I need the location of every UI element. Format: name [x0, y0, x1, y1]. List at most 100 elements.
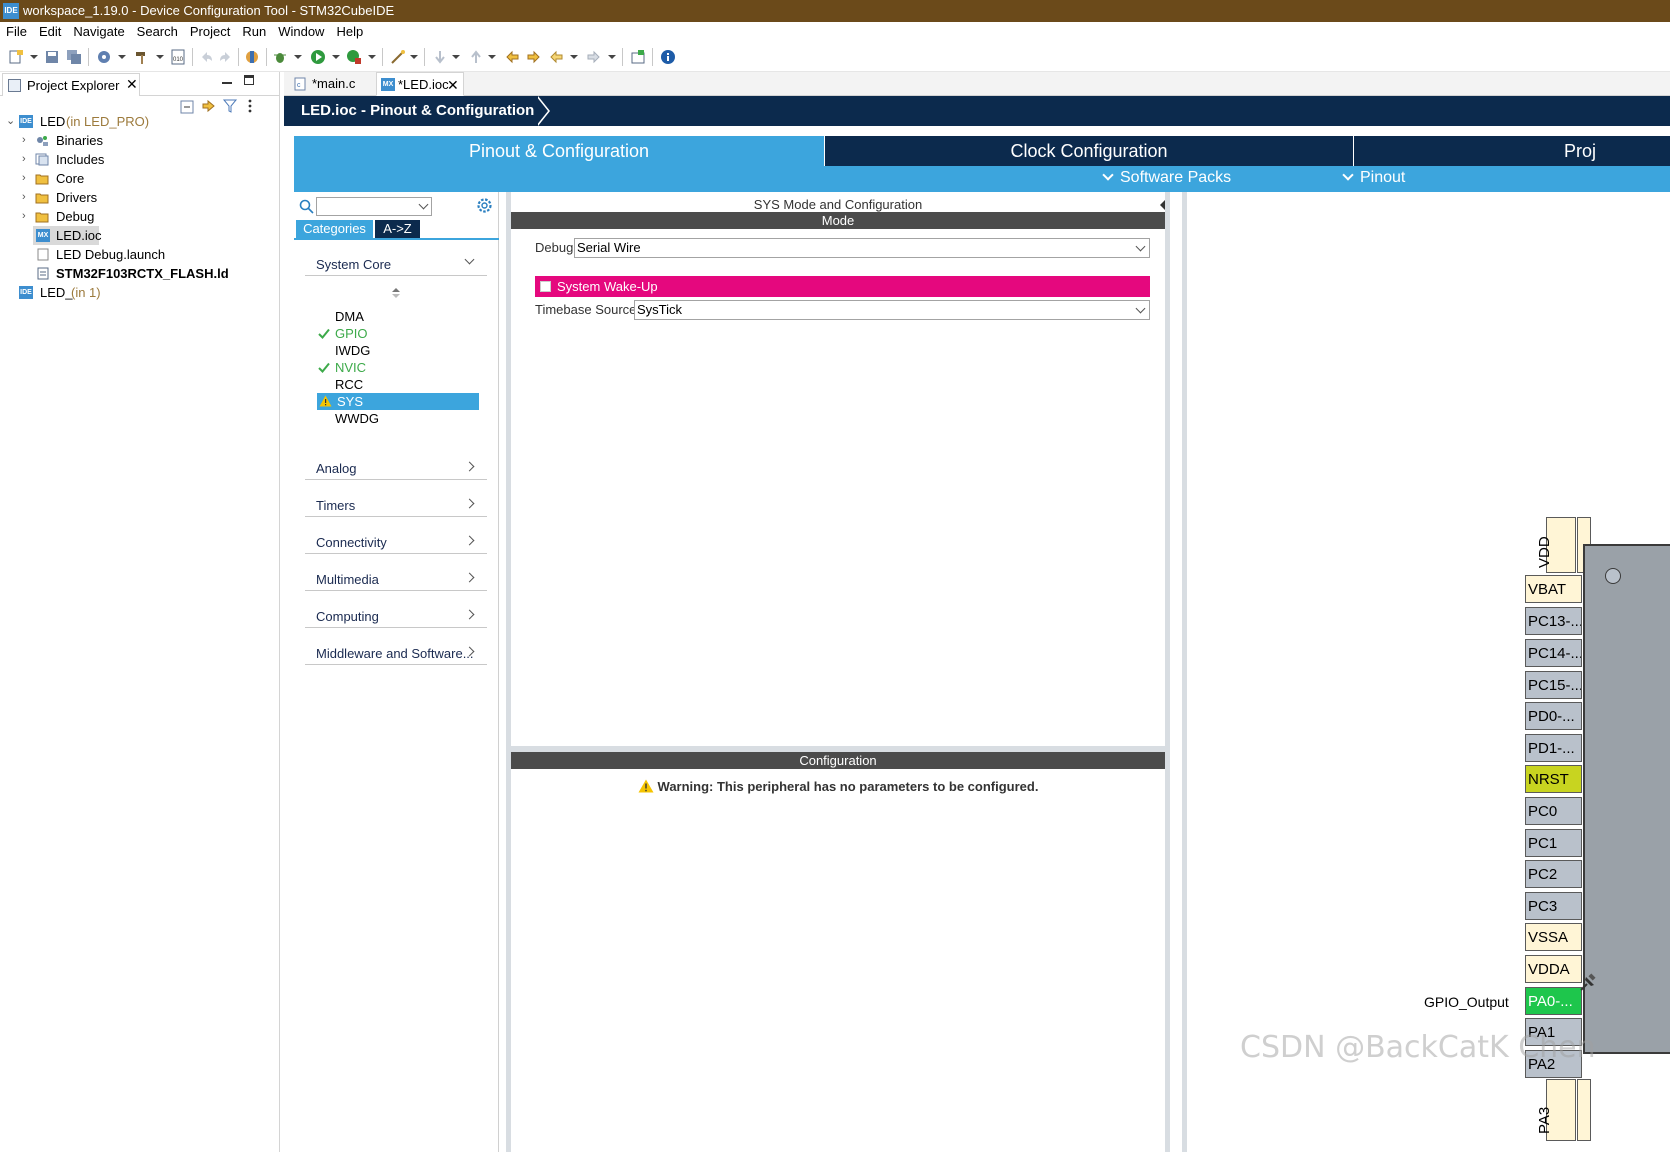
- external-tools-dropdown-icon[interactable]: [368, 55, 376, 59]
- save-icon[interactable]: [44, 49, 60, 65]
- timebase-source-select[interactable]: SysTick: [634, 300, 1150, 320]
- menu-file[interactable]: File: [0, 22, 33, 42]
- save-all-icon[interactable]: [66, 49, 82, 65]
- maximize-icon[interactable]: [244, 75, 254, 85]
- menu-project[interactable]: Project: [184, 22, 236, 42]
- category-item-sys[interactable]: SYS: [317, 393, 479, 410]
- gear-icon[interactable]: [476, 197, 493, 214]
- category-item-iwdg[interactable]: IWDG: [317, 342, 487, 359]
- device-config-icon[interactable]: [244, 49, 260, 65]
- prev-annotation-icon[interactable]: [468, 49, 484, 65]
- link-with-editor-icon[interactable]: [201, 98, 217, 114]
- system-wakeup-checkbox[interactable]: System Wake-Up: [535, 276, 1150, 297]
- new-icon[interactable]: [8, 49, 24, 65]
- category-item-nvic[interactable]: NVIC: [317, 359, 487, 376]
- pin-nrst[interactable]: NRST: [1525, 765, 1582, 793]
- build-settings-dropdown-icon[interactable]: [118, 55, 126, 59]
- collapse-panel-icon[interactable]: [1160, 200, 1165, 210]
- open-perspective-icon[interactable]: [630, 49, 646, 65]
- category-computing[interactable]: Computing: [305, 604, 487, 628]
- tab-categories[interactable]: Categories: [296, 220, 373, 238]
- project-explorer-tab[interactable]: Project Explorer ✕: [2, 73, 140, 96]
- run-icon[interactable]: [310, 49, 326, 65]
- tab-clock-configuration[interactable]: Clock Configuration: [825, 136, 1353, 166]
- includes-icon: [35, 153, 49, 166]
- info-icon[interactable]: [660, 49, 676, 65]
- tree-item-led-ioc[interactable]: MX LED.ioc: [33, 226, 102, 245]
- pin-pc0[interactable]: PC0: [1525, 797, 1582, 825]
- software-packs-menu[interactable]: Software Packs: [1102, 169, 1231, 187]
- build-settings-icon[interactable]: [96, 49, 112, 65]
- menu-window[interactable]: Window: [272, 22, 330, 42]
- pin-pc15[interactable]: PC15-...: [1525, 671, 1582, 699]
- category-item-gpio[interactable]: GPIO: [317, 325, 487, 342]
- tab-pinout-configuration[interactable]: Pinout & Configuration: [294, 136, 824, 166]
- close-icon[interactable]: ✕: [126, 76, 138, 93]
- pin-pd1[interactable]: PD1-...: [1525, 734, 1582, 762]
- tab-a-z[interactable]: A->Z: [375, 220, 420, 238]
- forward-edit-icon[interactable]: [526, 49, 542, 65]
- category-analog[interactable]: Analog: [305, 456, 487, 480]
- category-system-core[interactable]: System Core: [305, 252, 487, 276]
- pin-vssa[interactable]: VSSA: [1525, 923, 1582, 951]
- undo-icon[interactable]: [198, 49, 214, 65]
- pin-pc13[interactable]: PC13-...: [1525, 607, 1582, 635]
- editor-tab-main-c[interactable]: c *main.c: [288, 72, 374, 96]
- last-edit-icon[interactable]: [504, 49, 520, 65]
- menu-edit[interactable]: Edit: [33, 22, 67, 42]
- pin-bottom-partial[interactable]: [1577, 1079, 1591, 1141]
- build-dropdown-icon[interactable]: [156, 55, 164, 59]
- menu-run[interactable]: Run: [236, 22, 272, 42]
- debug-select[interactable]: Serial Wire: [574, 238, 1150, 258]
- collapse-all-icon[interactable]: [180, 100, 194, 114]
- next-annotation-dropdown-icon[interactable]: [452, 55, 460, 59]
- prev-annotation-dropdown-icon[interactable]: [488, 55, 496, 59]
- pin-pa3-bottom[interactable]: PA3: [1536, 1079, 1576, 1141]
- debug-dropdown-icon[interactable]: [294, 55, 302, 59]
- pin-pc2[interactable]: PC2: [1525, 860, 1582, 888]
- pin-pd0[interactable]: PD0-...: [1525, 702, 1582, 730]
- category-search-input[interactable]: [316, 197, 432, 216]
- back-dropdown-icon[interactable]: [570, 55, 578, 59]
- category-connectivity[interactable]: Connectivity: [305, 530, 487, 554]
- menu-search[interactable]: Search: [131, 22, 184, 42]
- pin-pa0[interactable]: PA0-...: [1525, 987, 1582, 1015]
- category-item-rcc[interactable]: RCC: [317, 376, 487, 393]
- hammer-icon[interactable]: [134, 49, 150, 65]
- wand-icon[interactable]: [390, 49, 406, 65]
- forward-dropdown-icon[interactable]: [608, 55, 616, 59]
- pin-pc3[interactable]: PC3: [1525, 892, 1582, 920]
- tab-project-manager[interactable]: Proj: [1354, 136, 1670, 166]
- filter-icon[interactable]: [222, 98, 238, 114]
- new-dropdown-icon[interactable]: [30, 55, 38, 59]
- category-item-dma[interactable]: DMA: [317, 308, 487, 325]
- menu-navigate[interactable]: Navigate: [67, 22, 130, 42]
- editor-tab-led-ioc[interactable]: MX *LED.ioc ✕: [376, 72, 464, 96]
- external-tools-icon[interactable]: [346, 49, 362, 65]
- category-timers[interactable]: Timers: [305, 493, 487, 517]
- pin-pc1[interactable]: PC1: [1525, 829, 1582, 857]
- category-multimedia[interactable]: Multimedia: [305, 567, 487, 591]
- pin-vdda[interactable]: VDDA: [1525, 955, 1582, 983]
- menu-help[interactable]: Help: [330, 22, 369, 42]
- category-item-wwdg[interactable]: WWDG: [317, 410, 487, 427]
- back-icon[interactable]: [548, 49, 564, 65]
- pin-vdd-top[interactable]: VDD: [1536, 517, 1576, 573]
- pin-vbat[interactable]: VBAT: [1525, 575, 1582, 603]
- sort-icon[interactable]: [392, 288, 400, 298]
- wand-dropdown-icon[interactable]: [410, 55, 418, 59]
- binary-icon[interactable]: 010: [170, 49, 186, 65]
- minimize-icon[interactable]: [222, 82, 232, 84]
- redo-icon[interactable]: [218, 49, 234, 65]
- close-icon[interactable]: ✕: [447, 73, 459, 97]
- run-dropdown-icon[interactable]: [332, 55, 340, 59]
- debug-icon[interactable]: [272, 49, 288, 65]
- breadcrumb-label: LED.ioc - Pinout & Configuration: [301, 102, 535, 119]
- category-middleware[interactable]: Middleware and Software...: [305, 641, 487, 665]
- pin-pc14[interactable]: PC14-...: [1525, 639, 1582, 667]
- view-menu-icon[interactable]: [245, 99, 255, 113]
- pinout-menu[interactable]: Pinout: [1342, 169, 1405, 187]
- forward-icon[interactable]: [586, 49, 602, 65]
- chevron-down-icon: [1135, 303, 1146, 314]
- next-annotation-icon[interactable]: [432, 49, 448, 65]
